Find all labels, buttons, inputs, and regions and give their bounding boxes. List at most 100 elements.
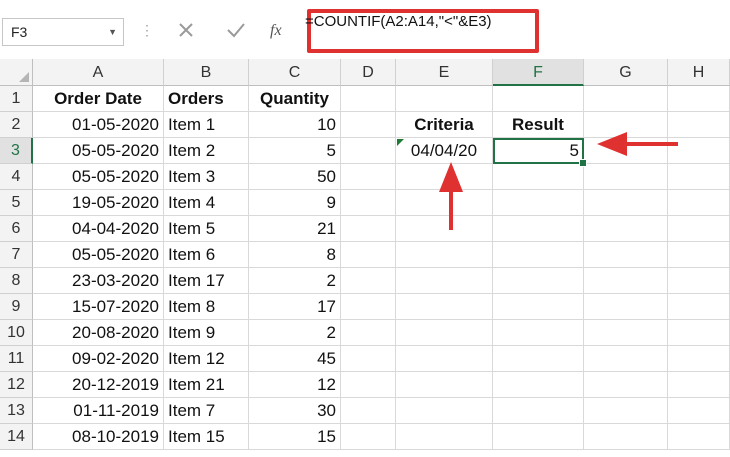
cell-f9[interactable] [493,294,584,320]
cell-e1[interactable] [396,86,493,112]
cell-d9[interactable] [341,294,396,320]
cell-f7[interactable] [493,242,584,268]
cell-order[interactable]: Item 5 [164,216,249,242]
fill-handle[interactable] [579,159,587,167]
cell-quantity[interactable]: 17 [249,294,341,320]
cell-e10[interactable] [396,320,493,346]
cell-e5[interactable] [396,190,493,216]
cell-g9[interactable] [584,294,668,320]
cell-g7[interactable] [584,242,668,268]
cell-order[interactable]: Item 6 [164,242,249,268]
cell-quantity[interactable]: 30 [249,398,341,424]
cell-h11[interactable] [668,346,730,372]
column-header-b[interactable]: B [164,59,249,86]
cell-d14[interactable] [341,424,396,450]
cell-order[interactable]: Item 7 [164,398,249,424]
cell-d2[interactable] [341,112,396,138]
cell-f12[interactable] [493,372,584,398]
cell-h6[interactable] [668,216,730,242]
row-header-2[interactable]: 2 [0,112,33,138]
cancel-button[interactable] [172,15,200,45]
cell-order-date[interactable]: 15-07-2020 [33,294,164,320]
cell-order[interactable]: Item 3 [164,164,249,190]
cell-quantity[interactable]: 50 [249,164,341,190]
cell-f6[interactable] [493,216,584,242]
column-header-c[interactable]: C [249,59,341,86]
cell-order-date[interactable]: 04-04-2020 [33,216,164,242]
cell-h10[interactable] [668,320,730,346]
cell-g5[interactable] [584,190,668,216]
cell-e7[interactable] [396,242,493,268]
header-orders[interactable]: Orders [164,86,249,112]
column-header-e[interactable]: E [396,59,493,86]
cell-f1[interactable] [493,86,584,112]
cell-quantity[interactable]: 5 [249,138,341,164]
cell-order[interactable]: Item 2 [164,138,249,164]
cell-h12[interactable] [668,372,730,398]
cell-f13[interactable] [493,398,584,424]
cell-f8[interactable] [493,268,584,294]
result-cell[interactable]: 5 [493,138,584,164]
cell-h14[interactable] [668,424,730,450]
cell-g14[interactable] [584,424,668,450]
cell-quantity[interactable]: 21 [249,216,341,242]
cell-order-date[interactable]: 08-10-2019 [33,424,164,450]
cell-order-date[interactable]: 01-05-2020 [33,112,164,138]
row-header-4[interactable]: 4 [0,164,33,190]
cell-order[interactable]: Item 12 [164,346,249,372]
cell-order-date[interactable]: 05-05-2020 [33,164,164,190]
cell-f10[interactable] [493,320,584,346]
cell-d8[interactable] [341,268,396,294]
cell-h7[interactable] [668,242,730,268]
column-header-g[interactable]: G [584,59,668,86]
criteria-cell[interactable]: 04/04/20 [396,138,493,164]
header-quantity[interactable]: Quantity [249,86,341,112]
cell-order-date[interactable]: 01-11-2019 [33,398,164,424]
cell-order[interactable]: Item 8 [164,294,249,320]
formula-input[interactable]: =COUNTIF(A2:A14,"<"&E3) [297,3,730,55]
cell-g10[interactable] [584,320,668,346]
cell-h13[interactable] [668,398,730,424]
insert-function-button[interactable]: fx [264,15,292,45]
criteria-label[interactable]: Criteria [396,112,493,138]
cell-d4[interactable] [341,164,396,190]
cell-h5[interactable] [668,190,730,216]
column-header-f[interactable]: F [493,59,584,86]
cell-order-date[interactable]: 09-02-2020 [33,346,164,372]
row-header-1[interactable]: 1 [0,86,33,112]
cell-order-date[interactable]: 05-05-2020 [33,138,164,164]
enter-button[interactable] [222,15,250,45]
cell-h4[interactable] [668,164,730,190]
cell-d5[interactable] [341,190,396,216]
cell-e14[interactable] [396,424,493,450]
cell-e8[interactable] [396,268,493,294]
name-box[interactable]: F3 ▼ [2,18,124,46]
cell-order[interactable]: Item 4 [164,190,249,216]
cell-quantity[interactable]: 2 [249,320,341,346]
row-header-7[interactable]: 7 [0,242,33,268]
cell-g4[interactable] [584,164,668,190]
cell-g13[interactable] [584,398,668,424]
cell-quantity[interactable]: 2 [249,268,341,294]
header-order-date[interactable]: Order Date [33,86,164,112]
cell-order[interactable]: Item 17 [164,268,249,294]
cell-d10[interactable] [341,320,396,346]
cell-order-date[interactable]: 23-03-2020 [33,268,164,294]
cell-h2[interactable] [668,112,730,138]
cell-g8[interactable] [584,268,668,294]
cell-e6[interactable] [396,216,493,242]
cell-d12[interactable] [341,372,396,398]
cell-order-date[interactable]: 19-05-2020 [33,190,164,216]
cell-order[interactable]: Item 1 [164,112,249,138]
cell-quantity[interactable]: 12 [249,372,341,398]
cell-g6[interactable] [584,216,668,242]
cell-quantity[interactable]: 9 [249,190,341,216]
cell-order-date[interactable]: 05-05-2020 [33,242,164,268]
row-header-12[interactable]: 12 [0,372,33,398]
chevron-down-icon[interactable]: ▼ [108,19,117,45]
cell-h3[interactable] [668,138,730,164]
cell-quantity[interactable]: 15 [249,424,341,450]
select-all-button[interactable] [0,59,33,86]
cell-quantity[interactable]: 10 [249,112,341,138]
column-header-a[interactable]: A [33,59,164,86]
